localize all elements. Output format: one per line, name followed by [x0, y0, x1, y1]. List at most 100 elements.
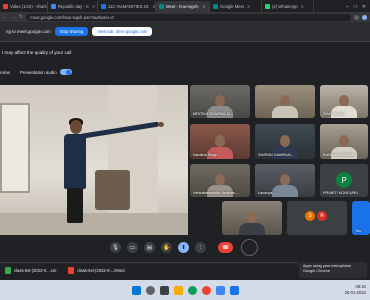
participant-shoulders — [272, 106, 298, 118]
participant-tile[interactable]: Lavanya ... — [255, 164, 315, 197]
store-icon[interactable] — [215, 285, 225, 295]
browser-tab-active[interactable]: Meet - how-wgxh- ✕ — [156, 1, 210, 12]
participant-tile[interactable]: MRITIKA SHARMA 11... — [190, 85, 250, 118]
end-call-icon[interactable]: ☎ — [218, 242, 233, 253]
close-window-button[interactable]: ✕ — [362, 4, 366, 10]
presentation-audio-toggle[interactable] — [59, 69, 72, 75]
self-view-tile[interactable]: You — [352, 201, 370, 235]
mini-avatar: S — [305, 211, 315, 221]
dancer-hand — [158, 122, 164, 127]
camera-preview-circle[interactable] — [241, 239, 258, 256]
participant-name: Venkatasamhita Venkata... — [193, 191, 238, 195]
youtube-icon — [3, 4, 8, 9]
mini-avatar: R — [317, 211, 327, 221]
forward-icon[interactable]: → — [11, 14, 16, 20]
maximize-button[interactable]: □ — [354, 4, 357, 10]
participant-tile[interactable]: KANIKA SHARMA — [320, 124, 368, 159]
stage-chair — [95, 170, 130, 210]
close-tab-icon[interactable]: ✕ — [202, 4, 205, 9]
profile-avatar[interactable] — [362, 14, 367, 20]
mic-icon[interactable]: 🎙 — [110, 242, 121, 253]
clock-date: 26-01-2022 — [344, 289, 366, 295]
raise-hand-icon[interactable]: ✋ — [161, 242, 172, 253]
file-explorer-icon[interactable] — [173, 285, 183, 295]
windows-start-icon[interactable] — [131, 285, 141, 295]
participant-name: ZIAH SINGH — [323, 112, 345, 116]
self-name: You — [355, 229, 362, 233]
download-item[interactable]: class-6xl-(2022-0-...iMmd — [68, 267, 125, 274]
participant-tile[interactable]: Navisha Singh — [190, 124, 250, 159]
participant-tile[interactable]: ZIAH SINGH — [320, 85, 368, 118]
presentation-audio-control: Presentation audio — [20, 69, 72, 75]
browser-tab[interactable]: Google Meet ✕ — [210, 1, 262, 12]
participant-face — [339, 134, 349, 147]
microphone-notification[interactable]: Apps using your microphone Google Chrome — [299, 262, 367, 278]
notification-app: Google Chrome — [303, 269, 330, 273]
participant-avatar: P — [336, 172, 352, 188]
download-filename: class-6xl-(2022-0....cm — [14, 268, 57, 273]
search-icon[interactable] — [145, 285, 155, 295]
close-tab-icon[interactable]: ✕ — [301, 4, 304, 9]
present-icon[interactable]: ⬆ — [178, 242, 189, 253]
docs-icon — [51, 4, 56, 9]
captions-icon[interactable]: ▤ — [144, 242, 155, 253]
participant-tile[interactable]: Venkatasamhita Venkata... — [190, 164, 250, 197]
browser-tab[interactable]: Republic day - C ✕ — [48, 1, 98, 12]
participant-tile[interactable] — [222, 201, 282, 235]
browser-tab-strip: Video (1/43) - shark✕ Republic day - C✕ … — [0, 0, 370, 12]
view-tab-button[interactable]: View tab: drive.google.com — [92, 27, 153, 36]
participant-name: SIMRAN DAWRAN... — [258, 153, 294, 157]
window-controls: – □ ✕ — [342, 1, 370, 12]
participant-tile[interactable] — [255, 85, 315, 118]
browser-tab[interactable]: 11C HUMANITIES 20: ✕ — [98, 1, 156, 12]
system-tray[interactable]: 09:34 26-01-2022 — [345, 284, 366, 295]
more-icon[interactable]: ⋮ — [195, 242, 206, 253]
participant-tile[interactable]: SIMRAN DAWRAN... — [255, 124, 315, 159]
dancer-legs — [67, 188, 83, 223]
close-tab-icon[interactable]: ✕ — [92, 4, 95, 9]
close-tab-icon[interactable]: ✕ — [247, 4, 250, 9]
meet-icon — [213, 4, 218, 9]
url-field[interactable]: meet.google.com/how-wgxh-pso?authuser=0 — [26, 13, 351, 21]
stop-sharing-button[interactable]: Stop sharing — [54, 27, 89, 36]
participant-shoulders — [239, 223, 265, 235]
browser-tab[interactable]: (2) WhatsApp ✕ — [262, 1, 314, 12]
stage-floor — [0, 213, 188, 235]
tab-sharing-bar: ng to meet.google.com Stop sharing View … — [0, 22, 370, 42]
edge-icon[interactable] — [187, 285, 197, 295]
address-bar: ← → ↻ meet.google.com/how-wgxh-pso?authu… — [0, 12, 370, 22]
participant-name: Navisha Singh — [193, 153, 218, 157]
participant-tile[interactable]: P PRABITI KONDURU — [320, 164, 368, 197]
others-tile[interactable]: S R — [287, 201, 347, 235]
windows-taskbar: 09:34 26-01-2022 — [0, 280, 370, 300]
downloads-bar: class-6xl-(2022-0....cm class-6xl-(2022-… — [0, 262, 298, 278]
pdf-file-icon — [68, 267, 75, 274]
mail-icon[interactable] — [229, 285, 239, 295]
camera-icon[interactable]: ▭ — [127, 242, 138, 253]
back-icon[interactable]: ← — [3, 14, 8, 20]
participant-name: MRITIKA SHARMA 11... — [193, 112, 234, 116]
dancer-body — [64, 134, 86, 189]
whatsapp-icon — [265, 4, 270, 9]
classroom-icon — [101, 4, 106, 9]
participant-name: KANIKA SHARMA — [323, 153, 355, 157]
presentation-audio-label: Presentation audio — [20, 69, 57, 75]
stage-window — [0, 103, 30, 193]
extension-icon[interactable] — [354, 14, 359, 20]
chrome-icon[interactable] — [201, 285, 211, 295]
presentation-audio-row: rome Presentation audio — [0, 67, 72, 77]
participant-face — [280, 134, 290, 147]
dancer-head — [70, 120, 82, 134]
meet-icon — [159, 4, 164, 9]
main-video-stage — [0, 85, 188, 235]
minimize-button[interactable]: – — [346, 4, 349, 10]
browser-tab[interactable]: Video (1/43) - shark✕ — [0, 1, 48, 12]
sharing-message: ng to meet.google.com — [6, 29, 51, 34]
reload-icon[interactable]: ↻ — [19, 14, 23, 20]
participant-name: Lavanya ... — [258, 191, 277, 195]
audio-row-left-label: rome — [0, 69, 11, 75]
task-view-icon[interactable] — [159, 285, 169, 295]
participant-face — [215, 134, 225, 147]
download-item[interactable]: class-6xl-(2022-0....cm — [5, 267, 56, 274]
sheet-file-icon — [5, 267, 11, 274]
